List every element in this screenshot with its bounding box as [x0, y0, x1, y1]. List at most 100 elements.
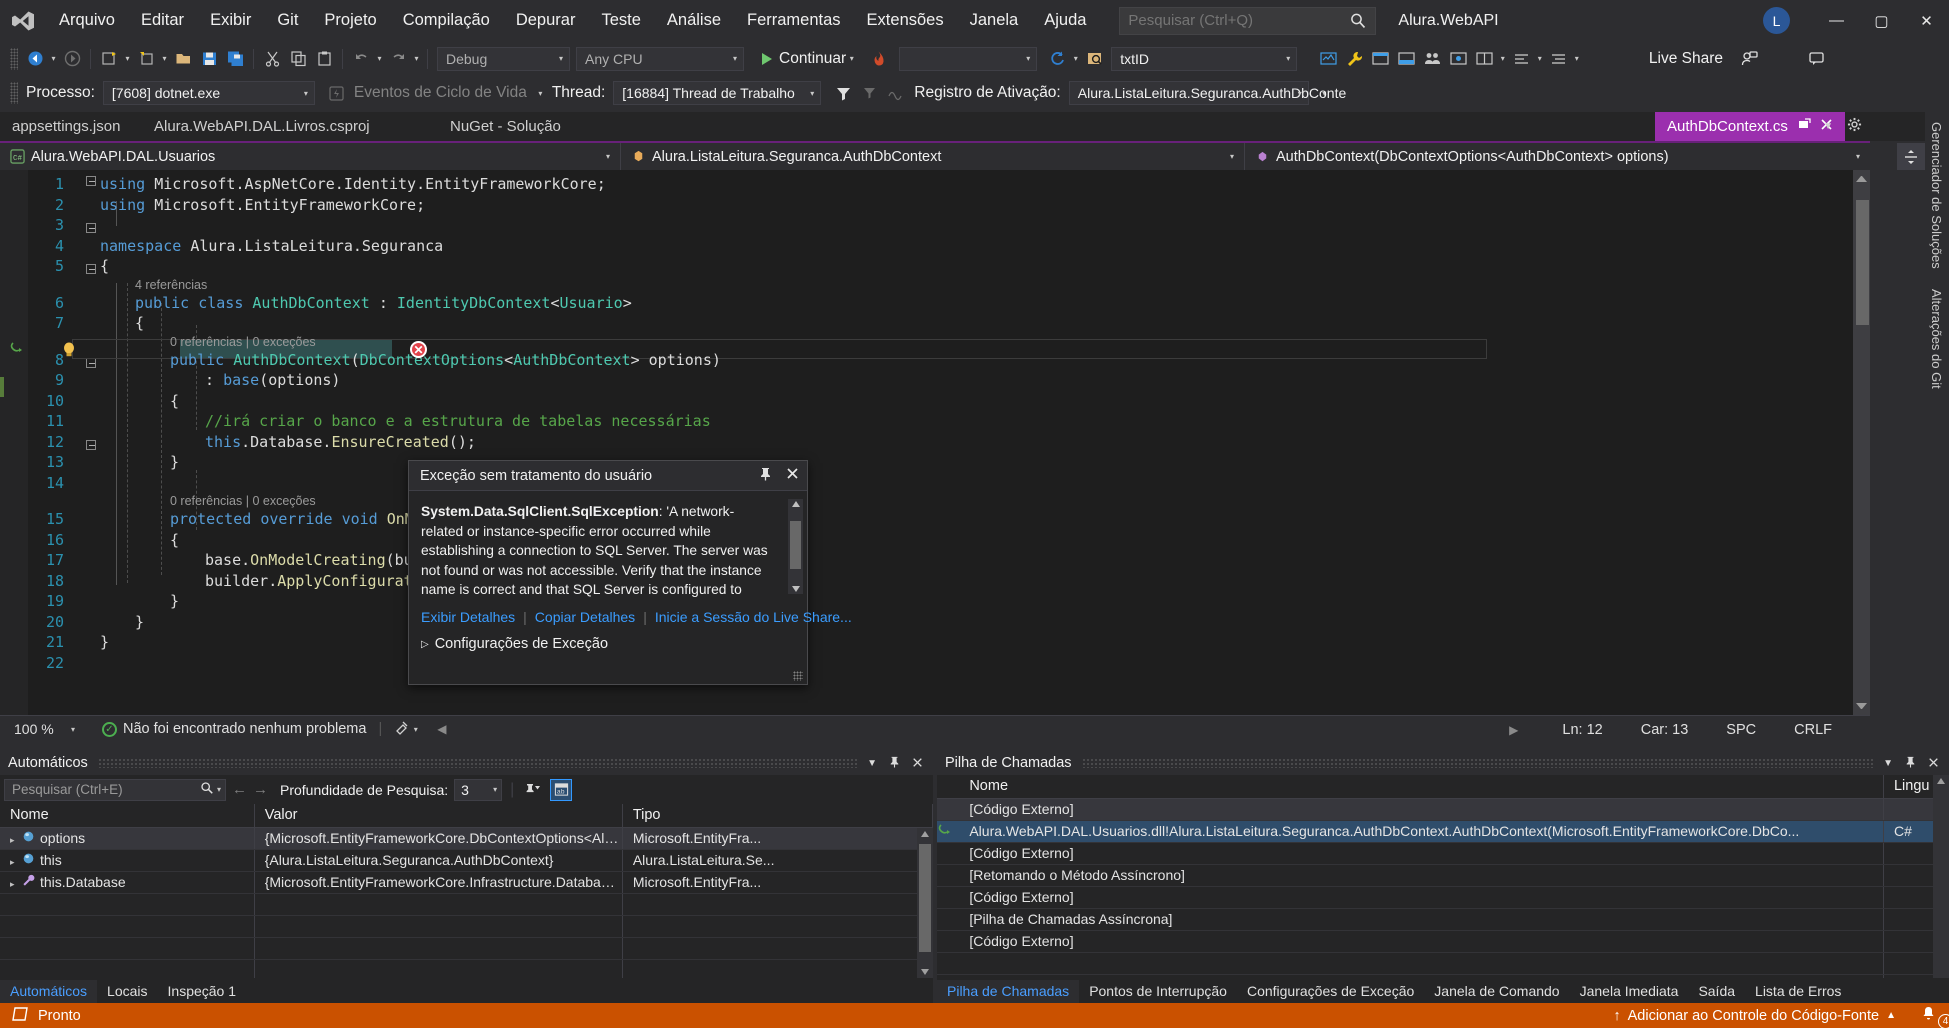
- feedback-icon[interactable]: [1804, 47, 1828, 71]
- menu-exibir[interactable]: Exibir: [197, 0, 264, 41]
- nav-back-dropdown-icon[interactable]: ▾: [48, 47, 59, 71]
- table-row[interactable]: [Retomando o Método Assíncrono]: [937, 864, 1949, 887]
- whitespace-indicator[interactable]: SPC: [1726, 722, 1756, 738]
- autos-cell-valor[interactable]: {Alura.ListaLeitura.Seguranca.AuthDbCont…: [254, 849, 623, 872]
- call-stack-col-nome[interactable]: Nome: [959, 775, 1884, 799]
- menu-ferramentas[interactable]: Ferramentas: [734, 0, 854, 41]
- code-line[interactable]: 19}: [0, 592, 1840, 613]
- platform-combo[interactable]: Any CPU ▾: [576, 46, 744, 71]
- pin-icon[interactable]: [759, 467, 772, 485]
- panel-drag-dots[interactable]: [1081, 758, 1874, 768]
- menu-compilacao[interactable]: Compilação: [390, 0, 503, 41]
- call-stack-vertical-scrollbar[interactable]: [1933, 775, 1949, 978]
- git-changes-tab[interactable]: Alterações do Git: [1925, 279, 1948, 399]
- debug-toolbar-grip[interactable]: [10, 82, 18, 104]
- editor-scroll-thumb[interactable]: [1856, 200, 1869, 325]
- code-lens[interactable]: 4 referências: [135, 278, 207, 292]
- code-line[interactable]: 12 this.Database.EnsureCreated();: [0, 433, 1840, 454]
- code-line[interactable]: 10 {: [0, 392, 1840, 413]
- pin-icon[interactable]: [1905, 756, 1916, 771]
- continue-button[interactable]: Continuar ▾: [754, 46, 865, 72]
- menu-teste[interactable]: Teste: [588, 0, 653, 41]
- autos-scroll-thumb[interactable]: [919, 844, 931, 952]
- menu-depurar[interactable]: Depurar: [503, 0, 589, 41]
- autos-col-valor[interactable]: Valor: [254, 804, 623, 828]
- new-project-icon[interactable]: [97, 47, 121, 71]
- menu-analise[interactable]: Análise: [654, 0, 734, 41]
- table-row[interactable]: Alura.WebAPI.DAL.Usuarios.dll!Alura.List…: [937, 820, 1949, 843]
- code-line[interactable]: 4 namespace Alura.ListaLeitura.Seguranca: [0, 237, 1840, 258]
- expand-arrow-icon[interactable]: ▸: [10, 857, 20, 868]
- menu-janela[interactable]: Janela: [957, 0, 1032, 41]
- maximize-button[interactable]: ▢: [1859, 0, 1904, 41]
- scroll-down-arrow-icon[interactable]: [792, 586, 800, 592]
- menu-editar[interactable]: Editar: [128, 0, 197, 41]
- window-layout-1-icon[interactable]: [1368, 47, 1392, 71]
- toolbar-grip[interactable]: [10, 47, 18, 70]
- undo-icon[interactable]: [349, 47, 373, 71]
- menu-extensoes[interactable]: Extensões: [854, 0, 957, 41]
- call-stack-frame-name[interactable]: [Código Externo]: [959, 886, 1884, 909]
- tab-pilha-de-chamadas[interactable]: Pilha de Chamadas: [937, 980, 1080, 1003]
- refresh-icon[interactable]: [1045, 47, 1069, 71]
- redo-dropdown-icon[interactable]: ▾: [411, 47, 422, 71]
- redo-icon[interactable]: [386, 47, 410, 71]
- scroll-up-arrow-icon[interactable]: [1856, 173, 1867, 182]
- align-1-dropdown-icon[interactable]: ▾: [1534, 47, 1545, 71]
- flag-filter-icon[interactable]: [857, 81, 881, 105]
- doc-tab-appsettings[interactable]: appsettings.json: [0, 112, 132, 141]
- code-line[interactable]: 15protected override void OnModelCrea: [0, 510, 1840, 531]
- search-input[interactable]: [1128, 12, 1350, 29]
- code-line[interactable]: 3: [0, 216, 1840, 237]
- call-stack-frame-name[interactable]: [Código Externo]: [959, 930, 1884, 953]
- code-line[interactable]: 14: [0, 474, 1840, 495]
- notifications-button[interactable]: 4: [1908, 1005, 1949, 1028]
- chevron-down-icon[interactable]: ▾: [846, 47, 857, 71]
- code-line[interactable]: 20}: [0, 613, 1840, 634]
- cut-icon[interactable]: [260, 47, 284, 71]
- code-line[interactable]: 22: [0, 654, 1840, 675]
- align-2-dropdown-icon[interactable]: ▾: [1571, 47, 1582, 71]
- start-live-share-link[interactable]: Inicie a Sessão do Live Share...: [655, 609, 852, 625]
- table-row[interactable]: ▸ this.Database {Microsoft.EntityFramework…: [0, 871, 934, 894]
- exception-settings-expander[interactable]: ▷ Configurações de Exceção: [421, 636, 795, 652]
- search-prev-icon[interactable]: ←: [232, 781, 247, 798]
- scroll-up-arrow-icon[interactable]: [792, 501, 800, 507]
- exception-helper-popup[interactable]: Exceção sem tratamento do usuário System…: [408, 460, 852, 685]
- code-line[interactable]: 18builder.ApplyConfiguration<Usua: [0, 572, 1840, 593]
- call-stack-frame-name[interactable]: [Código Externo]: [959, 842, 1884, 865]
- menu-git[interactable]: Git: [264, 0, 311, 41]
- quick-launch-search[interactable]: [1119, 6, 1377, 35]
- menu-projeto[interactable]: Projeto: [311, 0, 389, 41]
- autos-col-tipo[interactable]: Tipo: [622, 804, 934, 828]
- call-stack-frame-name[interactable]: Alura.WebAPI.DAL.Usuarios.dll!Alura.List…: [959, 820, 1884, 843]
- split-dropdown-icon[interactable]: ▾: [1497, 47, 1508, 71]
- minimize-button[interactable]: —: [1814, 0, 1859, 41]
- live-share-button[interactable]: Live Share: [1649, 50, 1723, 68]
- tab-pontos-de-interrupcao[interactable]: Pontos de Interrupção: [1079, 980, 1237, 1003]
- table-row[interactable]: [Código Externo]: [937, 798, 1949, 821]
- table-row[interactable]: ▸ this {Alura.ListaLeitura.Seguranca.AuthD…: [0, 849, 934, 872]
- table-row[interactable]: [Código Externo]: [937, 930, 1949, 953]
- problems-indicator[interactable]: ✓ Não foi encontrado nenhum problema: [102, 721, 366, 737]
- tab-inspecao-1[interactable]: Inspeção 1: [158, 980, 247, 1003]
- thread-combo[interactable]: [16884] Thread de Trabalho ▾: [613, 81, 822, 105]
- chevron-down-icon[interactable]: ▾: [217, 785, 221, 794]
- lifecycle-dropdown-icon[interactable]: ▾: [535, 81, 546, 105]
- tab-janela-de-comando[interactable]: Janela de Comando: [1424, 980, 1569, 1003]
- navigate-backward-icon[interactable]: [23, 47, 47, 71]
- autos-search-box[interactable]: Pesquisar (Ctrl+E) ▾: [4, 778, 226, 801]
- process-combo[interactable]: [7608] dotnet.exe ▾: [102, 81, 315, 105]
- nav-project-dropdown[interactable]: C# Alura.WebAPI.DAL.Usuarios ▾: [0, 143, 621, 170]
- pin-icon[interactable]: [889, 756, 900, 771]
- align-2-icon[interactable]: [1546, 47, 1570, 71]
- open-file-icon[interactable]: [171, 47, 195, 71]
- autos-col-nome[interactable]: Nome: [0, 804, 255, 828]
- align-1-icon[interactable]: [1509, 47, 1533, 71]
- copy-details-link[interactable]: Copiar Detalhes: [535, 609, 635, 625]
- refresh-dropdown-icon[interactable]: ▾: [1070, 47, 1081, 71]
- panel-drag-dots[interactable]: [97, 758, 858, 768]
- expand-arrow-icon[interactable]: ▸: [10, 879, 20, 890]
- code-editor[interactable]: 1 using Microsoft.AspNetCore.Identity.Ent…: [0, 170, 1870, 715]
- close-button[interactable]: ✕: [1904, 0, 1949, 41]
